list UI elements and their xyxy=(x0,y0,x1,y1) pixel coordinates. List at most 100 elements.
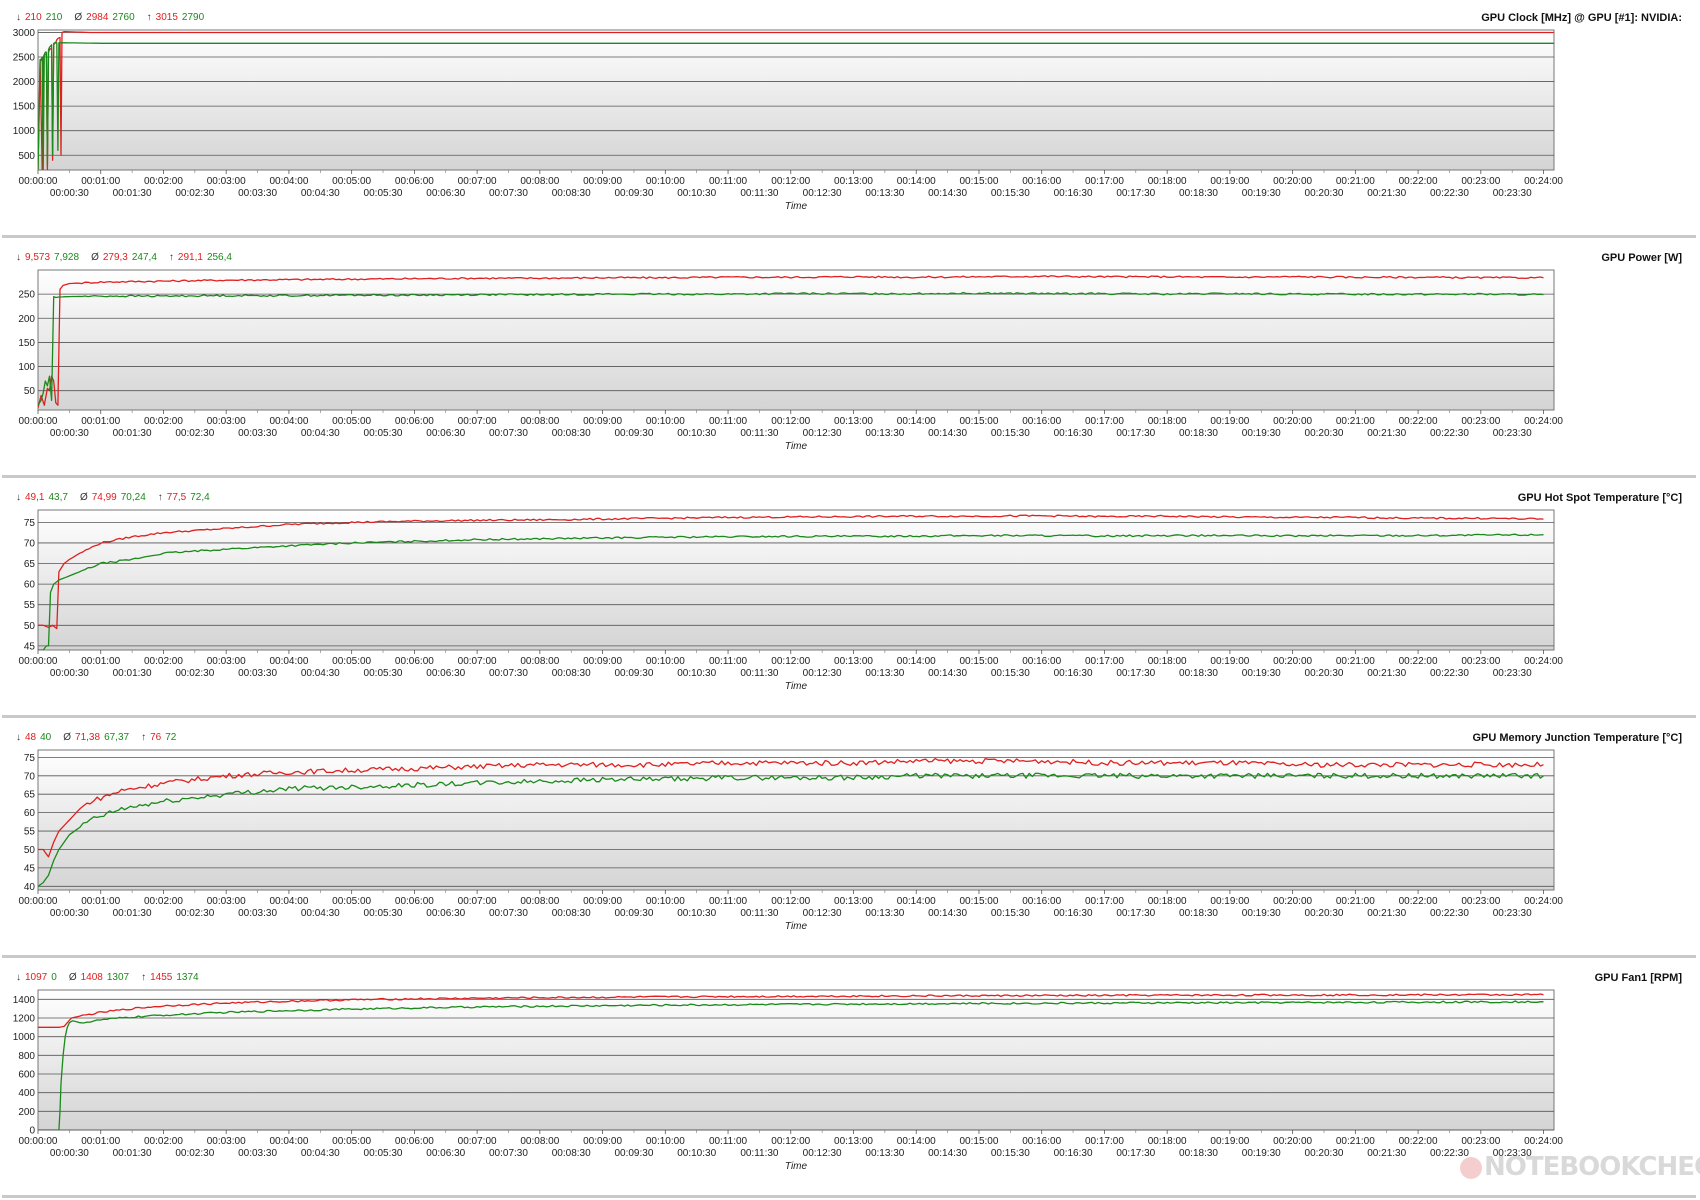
x-minor-tick-label: 00:18:30 xyxy=(1179,428,1218,439)
x-minor-tick-label: 00:08:30 xyxy=(552,1148,591,1159)
y-tick-label: 70 xyxy=(24,538,36,549)
stat-min-green: 40 xyxy=(40,732,52,743)
avg-icon: Ø xyxy=(63,732,72,743)
stat-max: ↑ 3015 2790 xyxy=(147,12,205,23)
x-minor-tick-label: 00:01:30 xyxy=(113,908,152,919)
stat-min-green: 43,7 xyxy=(48,492,68,503)
x-minor-tick-label: 00:10:30 xyxy=(677,428,716,439)
y-tick-label: 1500 xyxy=(13,102,36,113)
x-tick-label: 00:04:00 xyxy=(269,656,308,667)
x-tick-label: 00:12:00 xyxy=(771,416,810,427)
x-minor-tick-label: 00:06:30 xyxy=(426,668,465,679)
chart-title: GPU Power [W] xyxy=(1601,252,1682,264)
stat-max: ↑ 77,5 72,4 xyxy=(158,492,210,503)
x-tick-label: 00:02:00 xyxy=(144,176,183,187)
x-minor-tick-label: 00:12:30 xyxy=(803,668,842,679)
x-tick-label: 00:13:00 xyxy=(834,176,873,187)
x-minor-tick-label: 00:09:30 xyxy=(614,188,653,199)
x-tick-label: 00:11:00 xyxy=(709,656,748,667)
x-minor-tick-label: 00:16:30 xyxy=(1054,428,1093,439)
x-tick-label: 00:16:00 xyxy=(1022,656,1061,667)
x-minor-tick-label: 00:20:30 xyxy=(1305,1148,1344,1159)
x-tick-label: 00:18:00 xyxy=(1148,1136,1187,1147)
chart-title: GPU Fan1 [RPM] xyxy=(1594,972,1682,984)
x-tick-label: 00:02:00 xyxy=(144,416,183,427)
x-tick-label: 00:22:00 xyxy=(1399,1136,1438,1147)
chart-title: GPU Clock [MHz] @ GPU [#1]: NVIDIA: xyxy=(1481,12,1682,24)
y-tick-label: 1000 xyxy=(13,1032,36,1043)
chart-title: GPU Memory Junction Temperature [°C] xyxy=(1472,732,1682,744)
gpu-power-panel: 50 100 150 200 250 00:00:00 00:01:00 00:02:00 00… xyxy=(2,242,1696,478)
x-tick-label: 00:19:00 xyxy=(1210,1136,1249,1147)
min-icon: ↓ xyxy=(16,12,21,23)
x-tick-label: 00:08:00 xyxy=(520,176,559,187)
x-tick-label: 00:09:00 xyxy=(583,176,622,187)
x-tick-label: 00:21:00 xyxy=(1336,896,1375,907)
x-minor-tick-label: 00:14:30 xyxy=(928,908,967,919)
x-axis-label: Time xyxy=(785,921,808,932)
x-tick-label: 00:17:00 xyxy=(1085,1136,1124,1147)
gpu-hotspot-chart: 4550556065707500:00:00 00:01:00 00:02:00 00… xyxy=(19,509,1563,692)
x-minor-tick-label: 00:07:30 xyxy=(489,428,528,439)
x-tick-label: 00:12:00 xyxy=(771,896,810,907)
x-tick-label: 00:00:00 xyxy=(19,416,58,427)
y-tick-label: 2000 xyxy=(13,77,36,88)
x-tick-label: 00:09:00 xyxy=(583,416,622,427)
x-tick-label: 00:15:00 xyxy=(959,656,998,667)
y-tick-label: 0 xyxy=(29,1126,35,1137)
x-tick-label: 00:09:00 xyxy=(583,896,622,907)
stat-avg: Ø 2984 2760 xyxy=(74,12,134,23)
x-tick-label: 00:01:00 xyxy=(81,416,120,427)
gpu-fan-panel: 0 200 400 600 800 1000 1200 1400 00:00:00 00:01:0… xyxy=(2,962,1696,1198)
x-tick-label: 00:16:00 xyxy=(1022,176,1061,187)
x-tick-label: 00:22:00 xyxy=(1399,416,1438,427)
y-tick-label: 50 xyxy=(24,621,36,632)
x-minor-tick-label: 00:02:30 xyxy=(175,1148,214,1159)
y-tick-label: 70 xyxy=(24,771,36,782)
stat-avg-green: 247,4 xyxy=(131,252,157,263)
x-minor-tick-label: 00:08:30 xyxy=(552,188,591,199)
x-tick-label: 00:23:00 xyxy=(1461,1136,1500,1147)
x-tick-label: 00:13:00 xyxy=(834,1136,873,1147)
x-tick-label: 00:02:00 xyxy=(144,1136,183,1147)
x-minor-tick-label: 00:00:30 xyxy=(50,908,89,919)
x-tick-label: 00:21:00 xyxy=(1336,1136,1375,1147)
plot-area xyxy=(37,29,1555,171)
x-tick-label: 00:15:00 xyxy=(959,416,998,427)
x-tick-label: 00:24:00 xyxy=(1524,416,1563,427)
x-tick-label: 00:11:00 xyxy=(709,416,748,427)
stat-avg: Ø 71,38 67,37 xyxy=(63,732,129,743)
x-minor-tick-label: 00:01:30 xyxy=(113,1148,152,1159)
x-tick-label: 00:14:00 xyxy=(897,416,936,427)
x-minor-tick-label: 00:14:30 xyxy=(928,188,967,199)
stats-bar: ↓ 1097 0 Ø 1408 1307 ↑ 1455 1374 xyxy=(16,972,207,983)
x-tick-label: 00:13:00 xyxy=(834,416,873,427)
x-tick-label: 00:10:00 xyxy=(646,416,685,427)
stat-min-red: 49,1 xyxy=(25,492,45,503)
stat-max-green: 72,4 xyxy=(190,492,210,503)
x-tick-label: 00:20:00 xyxy=(1273,416,1312,427)
x-tick-label: 00:02:00 xyxy=(144,656,183,667)
x-tick-label: 00:06:00 xyxy=(395,416,434,427)
x-tick-label: 00:24:00 xyxy=(1524,656,1563,667)
gpu-clock-chart: 5001000150020002500300000:00:00 00:01:00 0… xyxy=(13,28,1564,212)
x-minor-tick-label: 00:02:30 xyxy=(175,908,214,919)
x-tick-label: 00:03:00 xyxy=(207,896,246,907)
x-minor-tick-label: 00:09:30 xyxy=(614,428,653,439)
x-minor-tick-label: 00:07:30 xyxy=(489,668,528,679)
x-minor-tick-label: 00:18:30 xyxy=(1179,908,1218,919)
x-minor-tick-label: 00:05:30 xyxy=(364,428,403,439)
x-minor-tick-label: 00:15:30 xyxy=(991,668,1030,679)
x-minor-tick-label: 00:16:30 xyxy=(1054,1148,1093,1159)
y-tick-label: 60 xyxy=(24,580,36,591)
x-minor-tick-label: 00:15:30 xyxy=(991,428,1030,439)
x-tick-label: 00:03:00 xyxy=(207,176,246,187)
x-minor-tick-label: 00:20:30 xyxy=(1305,188,1344,199)
max-icon: ↑ xyxy=(157,492,163,503)
plot-area xyxy=(37,269,1555,411)
x-minor-tick-label: 00:08:30 xyxy=(552,668,591,679)
x-tick-label: 00:12:00 xyxy=(771,656,810,667)
x-minor-tick-label: 00:20:30 xyxy=(1305,428,1344,439)
x-tick-label: 00:11:00 xyxy=(709,896,748,907)
x-tick-label: 00:07:00 xyxy=(458,416,497,427)
